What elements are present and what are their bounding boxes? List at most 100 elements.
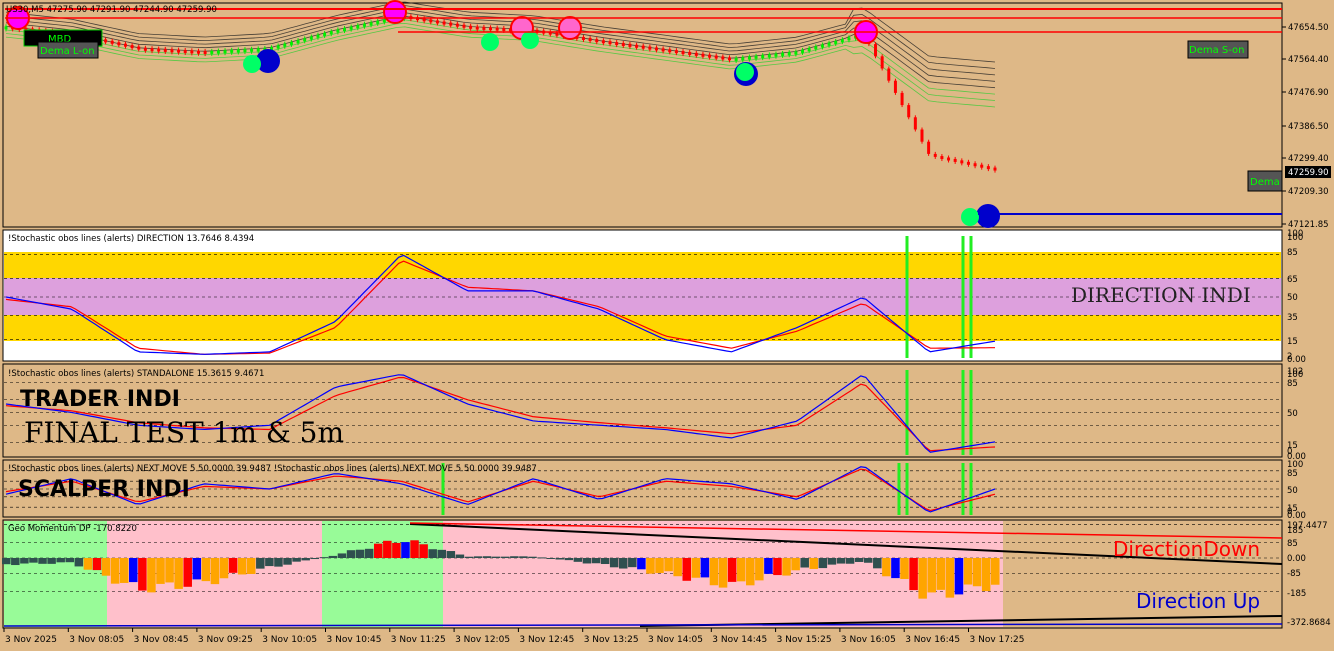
geo-bar (637, 558, 646, 570)
geo-bar (882, 558, 891, 577)
candle-body (741, 57, 745, 61)
axis-tick-label: 85 (1287, 379, 1298, 389)
candle-body (482, 26, 486, 30)
candle-body (893, 80, 897, 93)
geo-header: Geo Momentum DP -170.8220 (8, 524, 137, 534)
candle-body (276, 45, 280, 49)
candle-body (495, 27, 499, 31)
candle-body (283, 43, 287, 47)
geo-bar (482, 556, 492, 559)
candle-body (907, 105, 911, 118)
candle-body (469, 25, 473, 29)
time-label: 3 Nov 13:25 (584, 635, 639, 645)
candle-body (913, 117, 917, 130)
geo-bar (428, 549, 437, 559)
geo-bar (246, 558, 256, 574)
candle-body (250, 48, 254, 52)
candle-body (840, 39, 844, 43)
candle-body (110, 40, 114, 44)
dema-l-label: Dema L-on (40, 46, 95, 57)
sell-signal-circle (383, 0, 407, 24)
geo-bar (473, 556, 483, 559)
geo-bar (92, 558, 102, 571)
candle-body (309, 36, 313, 40)
candle-body (137, 46, 141, 50)
candle-body (661, 48, 665, 52)
geo-bar (74, 558, 84, 567)
candle-body (694, 52, 698, 56)
candle-body (874, 44, 878, 57)
candle-body (654, 47, 658, 51)
geo-bar (437, 549, 447, 559)
candle-body (216, 50, 220, 54)
dema-button[interactable]: Dema (1247, 170, 1283, 192)
time-axis: 3 Nov 2025 3 Nov 08:05 3 Nov 08:45 3 Nov 09… (3, 628, 1024, 645)
direction-band-upper (4, 252, 1281, 278)
scalper-indi-title: SCALPER INDI (18, 477, 190, 502)
axis-tick-label: 85 (1287, 469, 1298, 479)
dema-s-button[interactable]: Dema S-on (1187, 40, 1249, 59)
geo-bar (755, 558, 764, 581)
candle-body (701, 53, 705, 57)
candle-body (727, 57, 731, 61)
axis-tick-label: 0.00 (1287, 511, 1306, 521)
time-label: 3 Nov 10:45 (327, 635, 382, 645)
candle-body (754, 55, 758, 59)
candle-body (323, 32, 327, 36)
candle-body (834, 40, 838, 44)
dema-l-button[interactable]: Dema L-on (37, 41, 99, 59)
geo-bar (519, 556, 528, 559)
chart-canvas[interactable]: US30,M5 47275.90 47291.90 47244.90 47259… (0, 0, 1334, 651)
candle-body (761, 55, 765, 59)
geo-bar (709, 558, 719, 586)
candle-body (807, 48, 811, 52)
geo-bar (165, 558, 174, 583)
time-label: 3 Nov 08:05 (69, 635, 124, 645)
time-label: 3 Nov 16:05 (841, 635, 896, 645)
candle-body (230, 49, 234, 53)
geo-bar (646, 558, 655, 574)
geo-bar (591, 558, 601, 564)
geo-bar (183, 558, 192, 587)
axis-tick-label: 85 (1287, 248, 1298, 258)
price-label: 47476.90 (1288, 88, 1329, 98)
geo-bar (174, 558, 183, 589)
geo-bar (237, 558, 247, 575)
geo-bar (328, 555, 338, 559)
candle-body (688, 51, 692, 55)
geo-bar (546, 558, 555, 560)
geo-bar (210, 558, 220, 585)
candle-body (674, 50, 678, 54)
candle-body (973, 163, 977, 167)
candle-body (767, 54, 771, 58)
geo-bar (981, 558, 991, 592)
geo-bar (337, 553, 347, 559)
geo-bar (618, 558, 628, 569)
candle-body (801, 49, 805, 53)
geo-tick-label: 85 (1287, 539, 1298, 549)
candle-body (920, 129, 924, 142)
geo-axis: 197.4477185850.00-85-185-372.8684 (1287, 521, 1331, 628)
candle-body (621, 42, 625, 46)
candle-body (123, 43, 127, 47)
time-label: 3 Nov 12:45 (519, 635, 574, 645)
candle-body (787, 52, 791, 56)
candle-body (4, 26, 8, 30)
geo-bar (818, 558, 828, 569)
candle-body (382, 19, 386, 23)
geo-bar (991, 558, 1000, 585)
candle-body (117, 42, 121, 46)
final-test-subtitle: FINAL TEST 1m & 5m (24, 416, 344, 449)
direction-band-lower (4, 315, 1281, 341)
geo-bar (764, 558, 773, 574)
candle-body (243, 49, 247, 53)
geo-zone-green-2 (322, 521, 443, 627)
price-label: 47209.30 (1288, 187, 1329, 197)
geo-bar (446, 551, 456, 559)
geo-bar (11, 558, 20, 566)
symbol-info: US30,M5 47275.90 47291.90 47244.90 47259… (6, 5, 217, 15)
candle-body (489, 27, 493, 31)
geo-bar (192, 558, 202, 580)
candle-body (588, 38, 592, 42)
geo-bar (110, 558, 120, 584)
